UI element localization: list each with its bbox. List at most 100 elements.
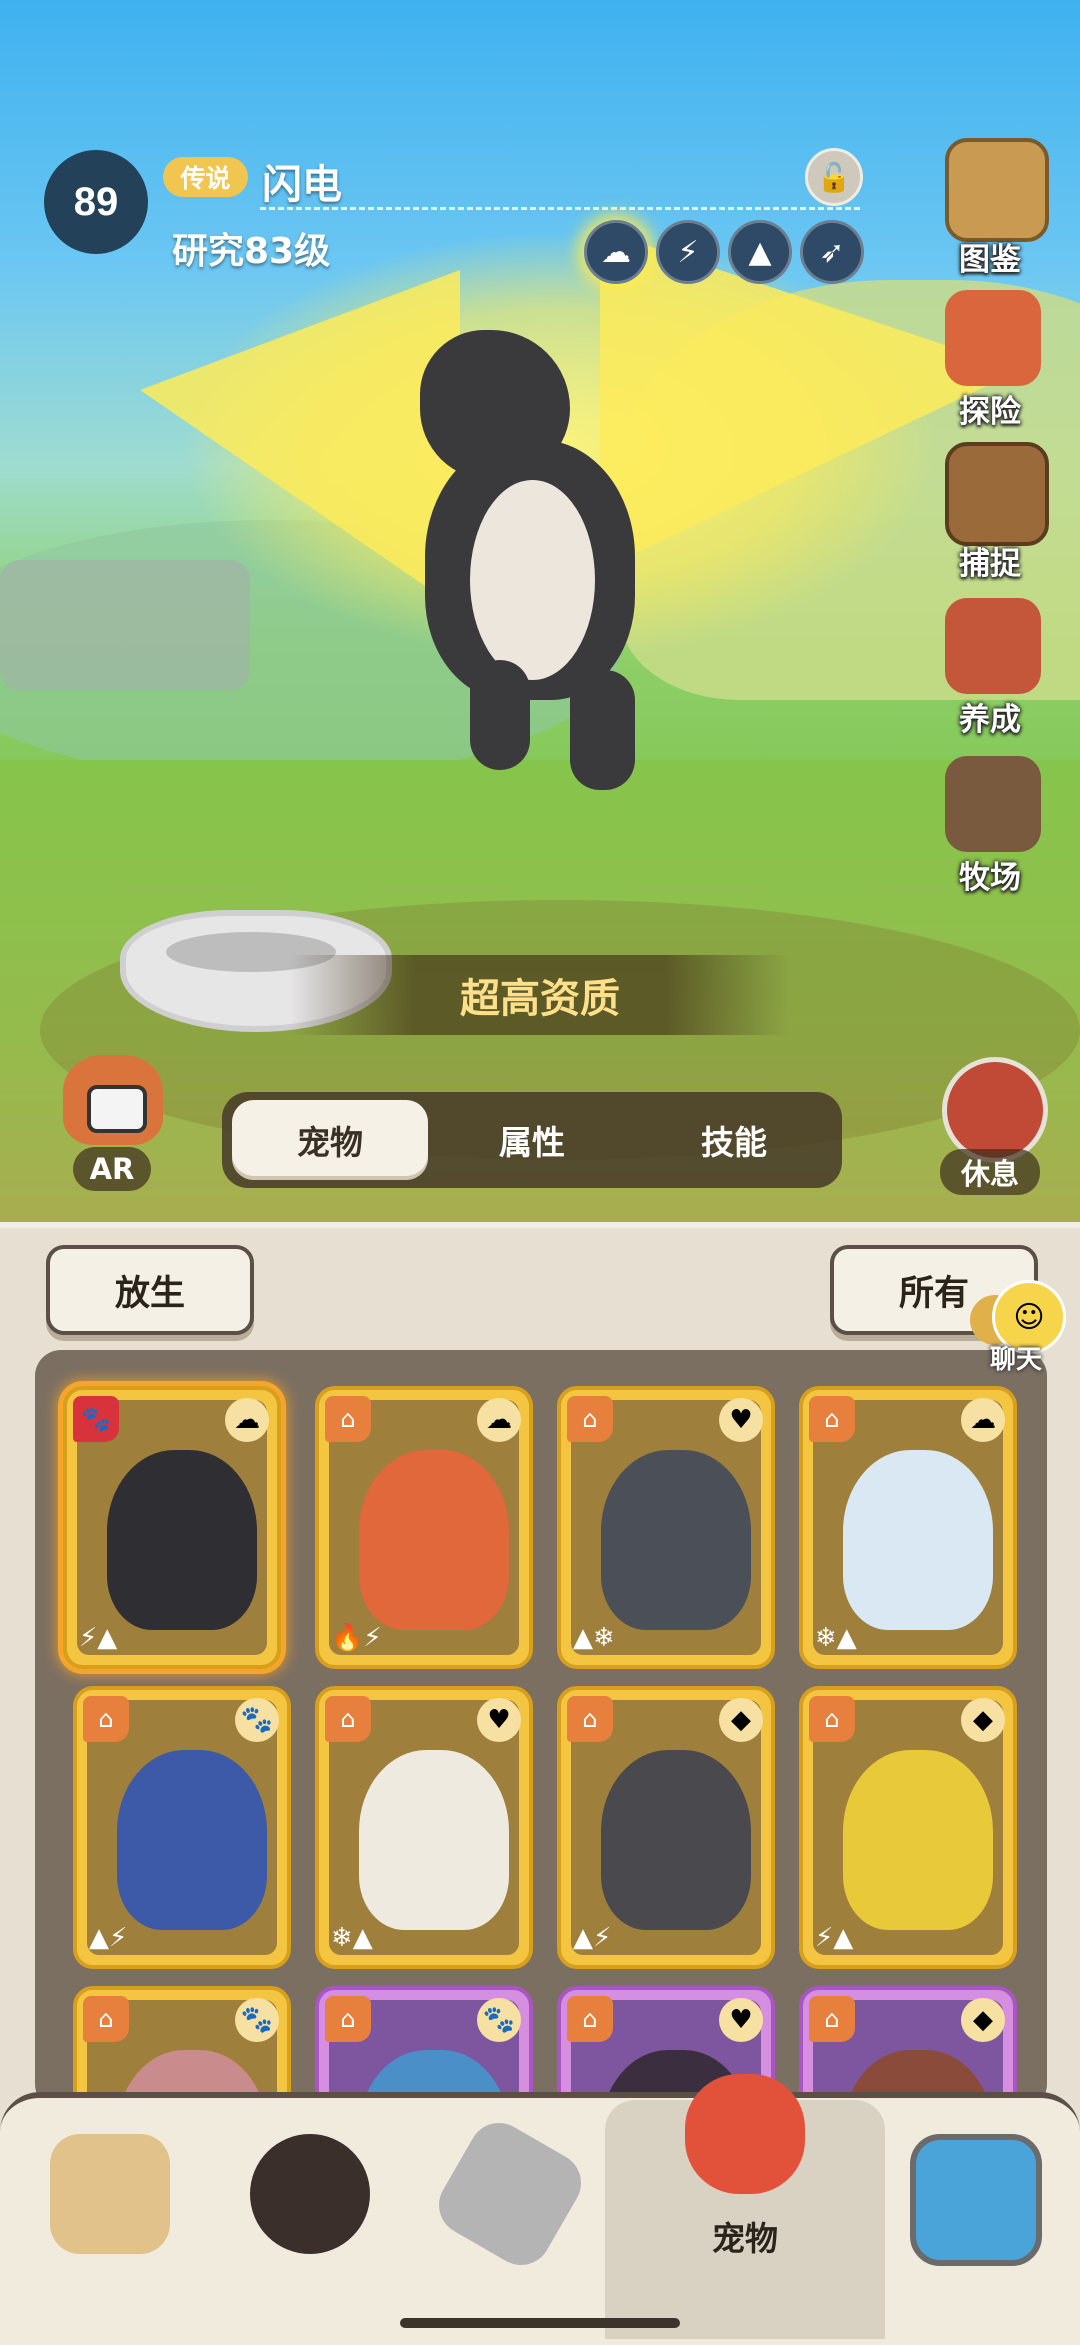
- chat-label: 聊天: [990, 1345, 1043, 1375]
- quality-banner: 超高资质: [290, 955, 790, 1035]
- nav-label: 养成: [959, 702, 1021, 738]
- rest-label: 休息: [940, 1149, 1040, 1195]
- pet-portrait: [359, 1750, 509, 1930]
- equipment-icon: [428, 2112, 592, 2276]
- ranch-icon: [945, 756, 1041, 852]
- rest-button[interactable]: 休息: [932, 1055, 1052, 1195]
- cage-icon: [945, 442, 1049, 546]
- paw-icon: 🐾: [235, 1998, 279, 2042]
- camera-icon: [87, 1085, 147, 1133]
- hat-icon: ⌂: [567, 1396, 613, 1442]
- element-icons: 🔥⚡: [331, 1623, 382, 1653]
- portal-icon: [910, 2134, 1042, 2266]
- hat-icon: ⌂: [325, 1696, 371, 1742]
- tab-pet[interactable]: 宠物: [232, 1100, 428, 1180]
- pet-card[interactable]: ⌂ 🐾 ▲⚡: [73, 1686, 291, 1969]
- hat-icon: ⌂: [809, 1396, 855, 1442]
- wind-icon: ☁: [225, 1398, 269, 1442]
- bottom-nav-tribe[interactable]: [20, 2120, 200, 2300]
- bottom-nav-equipment[interactable]: [420, 2112, 600, 2300]
- pet-portrait: [601, 1750, 751, 1930]
- pet-portrait: [117, 1750, 267, 1930]
- home-indicator: [400, 2318, 680, 2328]
- shield-icon: ◆: [719, 1698, 763, 1742]
- nav-label: 牧场: [959, 860, 1021, 896]
- element-icons: ▲❄: [573, 1623, 615, 1653]
- mountain-icon[interactable]: ▲: [728, 220, 792, 284]
- element-icons: ▲⚡: [573, 1923, 612, 1953]
- pet-portrait: [843, 1450, 993, 1630]
- wind-icon: ☁: [477, 1398, 521, 1442]
- pet-scene: [0, 0, 1080, 1222]
- dragon-leg: [470, 660, 530, 770]
- dragon-leg: [570, 670, 635, 790]
- rarity-badge: 传说: [163, 157, 248, 197]
- hat-icon: ⌂: [325, 1996, 371, 2042]
- tribe-icon: [50, 2134, 170, 2254]
- bottom-nav-pet-label: 宠物: [712, 2219, 778, 2258]
- detail-tabs: 宠物 属性 技能: [222, 1092, 842, 1188]
- nav-pokedex[interactable]: 图鉴: [935, 138, 1055, 288]
- hat-icon: ⌂: [325, 1396, 371, 1442]
- sleep-icon: [942, 1057, 1048, 1163]
- ar-button[interactable]: AR: [45, 1055, 175, 1195]
- dragon-wing-left: [140, 270, 460, 610]
- nav-adventure[interactable]: 探险: [935, 290, 1055, 440]
- paw-icon: 🐾: [235, 1698, 279, 1742]
- train-icon: [945, 598, 1041, 694]
- hat-icon: ⌂: [83, 1996, 129, 2042]
- lightning-icon[interactable]: ⚡: [656, 220, 720, 284]
- heart-icon: ♥: [719, 1398, 763, 1442]
- element-icons: ⚡▲: [815, 1923, 854, 1953]
- hat-icon: ⌂: [567, 1696, 613, 1742]
- pet-name[interactable]: 闪电: [262, 152, 342, 210]
- shield-icon: ◆: [961, 1998, 1005, 2042]
- adventure-icon: [945, 290, 1041, 386]
- dragon-belly: [470, 480, 595, 680]
- character-icon: [250, 2134, 370, 2254]
- pet-portrait: [843, 1750, 993, 1930]
- element-icons: ❄▲: [331, 1923, 373, 1953]
- divider: [260, 207, 860, 210]
- hat-icon: ⌂: [567, 1996, 613, 2042]
- lock-icon[interactable]: 🔓: [805, 148, 863, 206]
- wind-icon: ☁: [961, 1398, 1005, 1442]
- pet-card[interactable]: ⌂ ◆ ⚡▲: [799, 1686, 1017, 1969]
- nav-train[interactable]: 养成: [935, 598, 1055, 748]
- wind-icon[interactable]: ☁: [584, 220, 648, 284]
- pet-grid: 🐾 ☁ ⚡▲ ⌂ ☁ 🔥⚡ ⌂ ♥ ▲❄ ⌂ ☁ ❄▲ ⌂ 🐾 ▲⚡ ⌂ ♥ ❄…: [35, 1350, 1047, 2110]
- pet-card[interactable]: 🐾 ☁ ⚡▲: [63, 1386, 281, 1669]
- bottom-nav-portal[interactable]: [880, 2120, 1060, 2300]
- pet-card[interactable]: ⌂ ☁ 🔥⚡: [315, 1386, 533, 1669]
- nav-capture[interactable]: 捕捉: [935, 442, 1055, 592]
- pet-icon: [685, 2074, 805, 2194]
- ar-label: AR: [73, 1147, 151, 1191]
- shield-icon: ◆: [961, 1698, 1005, 1742]
- wing-icon[interactable]: ➶: [800, 220, 864, 284]
- pet-portrait: [359, 1450, 509, 1630]
- heart-icon: ♥: [477, 1698, 521, 1742]
- pet-card[interactable]: ⌂ ☁ ❄▲: [799, 1386, 1017, 1669]
- tab-attributes[interactable]: 属性: [434, 1100, 630, 1180]
- release-button[interactable]: 放生: [46, 1245, 254, 1335]
- tab-skills[interactable]: 技能: [636, 1100, 832, 1180]
- paw-icon: 🐾: [477, 1998, 521, 2042]
- hat-icon: ⌂: [809, 1696, 855, 1742]
- pet-portrait: [107, 1450, 257, 1630]
- nav-label: 探险: [959, 394, 1021, 430]
- nav-ranch[interactable]: 牧场: [935, 756, 1055, 906]
- nav-label: 捕捉: [959, 546, 1021, 582]
- hat-icon: ⌂: [809, 1996, 855, 2042]
- pet-card[interactable]: ⌂ ◆ ▲⚡: [557, 1686, 775, 1969]
- chat-button[interactable]: ☺ 聊天: [970, 1275, 1070, 1375]
- pet-card[interactable]: ⌂ ♥ ❄▲: [315, 1686, 533, 1969]
- element-icons: ❄▲: [815, 1623, 857, 1653]
- nav-label: 图鉴: [959, 242, 1021, 278]
- pet-level-badge: 89: [44, 150, 148, 254]
- heart-icon: ♥: [719, 1998, 763, 2042]
- bottom-nav-character[interactable]: [220, 2120, 400, 2300]
- book-icon: [945, 138, 1049, 242]
- element-icons: ▲⚡: [89, 1923, 128, 1953]
- pet-card[interactable]: ⌂ ♥ ▲❄: [557, 1386, 775, 1669]
- element-icons: ⚡▲: [79, 1623, 118, 1653]
